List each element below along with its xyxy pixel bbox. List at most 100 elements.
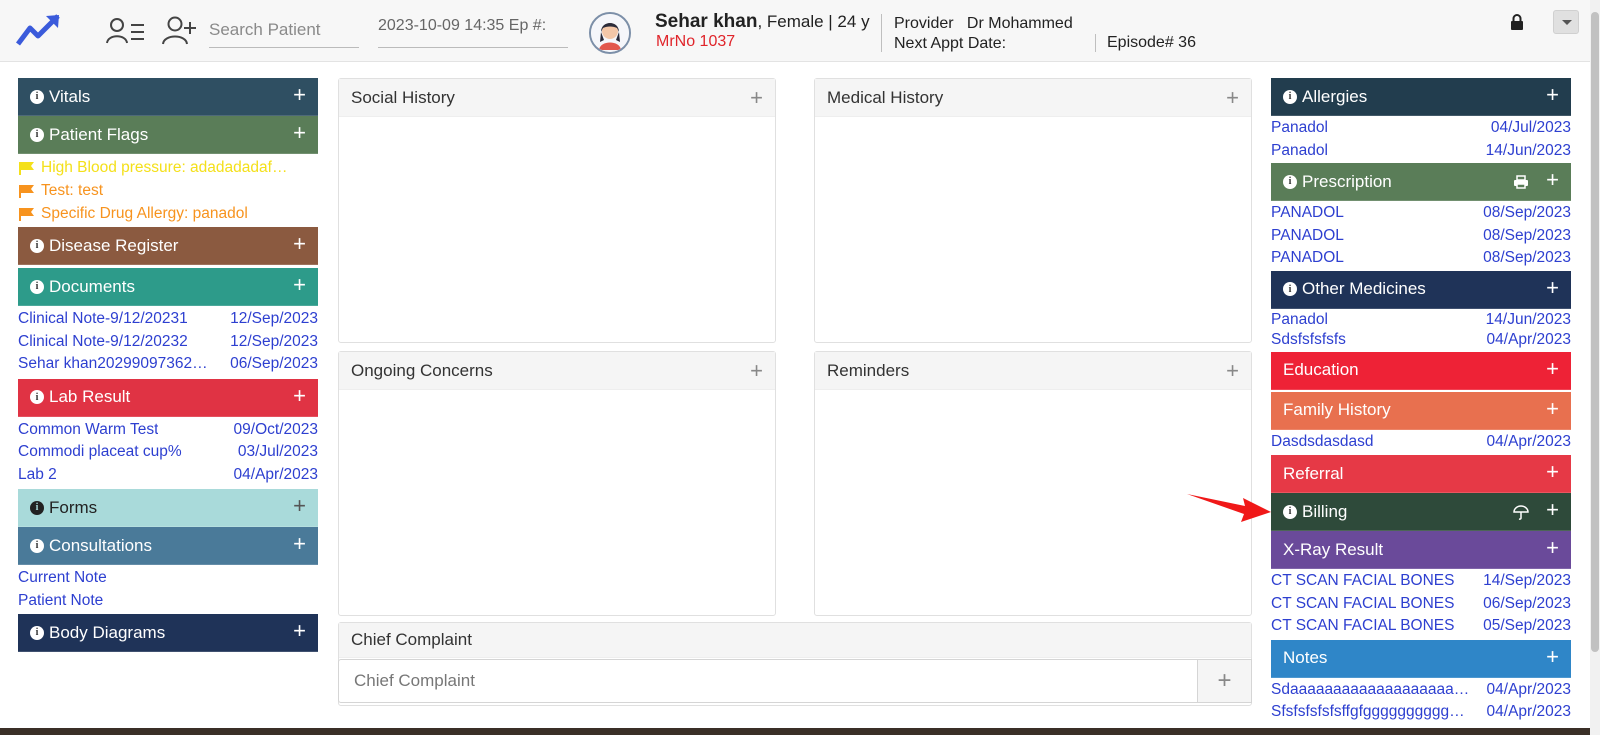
billing-header[interactable]: i Billing + xyxy=(1271,493,1571,531)
education-header[interactable]: Education + xyxy=(1271,351,1571,390)
xray-name[interactable]: CT SCAN FACIAL BONES xyxy=(1271,595,1454,613)
list-item[interactable]: Clinical Note-9/12/20231 12/Sep/2023 xyxy=(18,308,318,331)
add-allergy-icon[interactable]: + xyxy=(1546,84,1559,106)
add-education-icon[interactable]: + xyxy=(1546,357,1559,380)
allergy-name[interactable]: Panadol xyxy=(1271,142,1328,160)
add-other-medicine-icon[interactable]: + xyxy=(1546,276,1559,299)
add-lab-result-icon[interactable]: + xyxy=(293,384,306,407)
add-referral-icon[interactable]: + xyxy=(1546,461,1559,483)
list-item[interactable]: Sdsfsfsfsfs 04/Apr/2023 xyxy=(1271,330,1571,350)
list-item[interactable]: Sehar khan20299097362… 06/Sep/2023 xyxy=(18,353,318,376)
list-item[interactable]: PANADOL 08/Sep/2023 xyxy=(1271,202,1571,225)
referral-header[interactable]: Referral + xyxy=(1271,455,1571,493)
header-divider xyxy=(881,14,882,52)
list-item[interactable]: Lab 2 04/Apr/2023 xyxy=(18,464,318,487)
add-reminder-icon[interactable]: + xyxy=(1226,358,1239,384)
consultations-header[interactable]: i Consultations + xyxy=(18,527,318,565)
list-item[interactable]: Current Note xyxy=(18,567,318,590)
add-chief-complaint-button[interactable]: + xyxy=(1197,659,1252,703)
add-note-icon[interactable]: + xyxy=(1546,645,1559,668)
list-item[interactable]: Panadol 04/Jul/2023 xyxy=(1271,117,1571,140)
current-note-link[interactable]: Current Note xyxy=(18,569,107,587)
info-icon: i xyxy=(1283,282,1297,296)
document-name[interactable]: Clinical Note-9/12/20232 xyxy=(18,333,188,351)
patient-note-link[interactable]: Patient Note xyxy=(18,592,103,610)
app-logo-icon[interactable] xyxy=(16,12,62,51)
list-item[interactable]: Sfsfsfsfsfsffgfgggggggggg… 04/Apr/2023 xyxy=(1271,701,1571,724)
add-billing-icon[interactable]: + xyxy=(1546,499,1559,521)
flag-item[interactable]: Test: test xyxy=(18,179,318,202)
forms-header[interactable]: i Forms + xyxy=(18,489,318,527)
patient-avatar[interactable] xyxy=(589,12,631,54)
note-name[interactable]: Sfsfsfsfsfsffgfgggggggggg… xyxy=(1271,703,1465,721)
lab-name[interactable]: Common Warm Test xyxy=(18,421,158,439)
referral-title: Referral xyxy=(1283,463,1344,483)
document-name[interactable]: Clinical Note-9/12/20231 xyxy=(18,310,188,328)
chief-complaint-input[interactable] xyxy=(338,659,1198,703)
lock-icon[interactable] xyxy=(1510,14,1524,35)
list-item[interactable]: Clinical Note-9/12/20232 12/Sep/2023 xyxy=(18,331,318,354)
list-item[interactable]: Commodi placeat cup% 03/Jul/2023 xyxy=(18,441,318,464)
prescription-header[interactable]: i Prescription + xyxy=(1271,163,1571,201)
add-medical-history-icon[interactable]: + xyxy=(1226,85,1239,111)
body-diagrams-header[interactable]: i Body Diagrams + xyxy=(18,614,318,652)
other-medicines-list: Panadol 14/Jun/2023 Sdsfsfsfsfs 04/Apr/202… xyxy=(1271,309,1571,350)
list-item[interactable]: PANADOL 08/Sep/2023 xyxy=(1271,225,1571,248)
prescription-name[interactable]: PANADOL xyxy=(1271,204,1344,222)
family-history-header[interactable]: Family History + xyxy=(1271,391,1571,430)
xray-name[interactable]: CT SCAN FACIAL BONES xyxy=(1271,572,1454,590)
flag-item[interactable]: High Blood pressure: adadadadaf… xyxy=(18,156,318,179)
header-dropdown-button[interactable] xyxy=(1553,10,1579,34)
list-item[interactable]: PANADOL 08/Sep/2023 xyxy=(1271,247,1571,270)
prescription-name[interactable]: PANADOL xyxy=(1271,249,1344,267)
medicine-name[interactable]: Panadol xyxy=(1271,311,1328,329)
add-consultation-icon[interactable]: + xyxy=(293,533,306,555)
add-ongoing-concern-icon[interactable]: + xyxy=(750,358,763,384)
allergies-header[interactable]: i Allergies + xyxy=(1271,78,1571,116)
xray-name[interactable]: CT SCAN FACIAL BONES xyxy=(1271,617,1454,635)
list-item[interactable]: Panadol 14/Jun/2023 xyxy=(1271,310,1571,330)
umbrella-icon[interactable] xyxy=(1513,504,1529,525)
other-medicines-header[interactable]: i Other Medicines + xyxy=(1271,270,1571,309)
list-item[interactable]: CT SCAN FACIAL BONES 14/Sep/2023 xyxy=(1271,570,1571,593)
documents-header[interactable]: i Documents + xyxy=(18,268,318,306)
allergy-name[interactable]: Panadol xyxy=(1271,119,1328,137)
add-xray-result-icon[interactable]: + xyxy=(1546,537,1559,559)
flag-item[interactable]: Specific Drug Allergy: panadol xyxy=(18,202,318,225)
add-body-diagram-icon[interactable]: + xyxy=(293,620,306,642)
lab-name[interactable]: Commodi placeat cup% xyxy=(18,443,182,461)
family-history-name[interactable]: Dasdsdasdasd xyxy=(1271,433,1374,451)
add-vitals-icon[interactable]: + xyxy=(293,84,306,106)
list-item[interactable]: Common Warm Test 09/Oct/2023 xyxy=(18,419,318,442)
add-disease-icon[interactable]: + xyxy=(293,233,306,255)
note-name[interactable]: Sdaaaaaaaaaaaaaaaaaaa… xyxy=(1271,681,1469,699)
add-patient-icon[interactable] xyxy=(162,14,198,51)
patient-list-icon[interactable] xyxy=(106,16,146,51)
patient-flags-header[interactable]: i Patient Flags + xyxy=(18,116,318,154)
list-item[interactable]: Patient Note xyxy=(18,590,318,613)
add-flag-icon[interactable]: + xyxy=(293,122,306,144)
add-social-history-icon[interactable]: + xyxy=(750,85,763,111)
add-form-icon[interactable]: + xyxy=(293,495,306,517)
xray-result-header[interactable]: X-Ray Result + xyxy=(1271,531,1571,569)
print-icon[interactable] xyxy=(1513,174,1529,194)
add-document-icon[interactable]: + xyxy=(293,274,306,296)
add-family-history-icon[interactable]: + xyxy=(1546,397,1559,420)
disease-register-header[interactable]: i Disease Register + xyxy=(18,227,318,265)
search-patient-input[interactable] xyxy=(209,12,359,48)
scrollbar-thumb[interactable] xyxy=(1591,12,1599,652)
medicine-name[interactable]: Sdsfsfsfsfs xyxy=(1271,331,1346,349)
list-item[interactable]: Panadol 14/Jun/2023 xyxy=(1271,140,1571,163)
lab-result-header[interactable]: i Lab Result + xyxy=(18,378,318,417)
document-name[interactable]: Sehar khan20299097362… xyxy=(18,355,208,373)
prescription-name[interactable]: PANADOL xyxy=(1271,227,1344,245)
patient-name[interactable]: Sehar khan xyxy=(655,11,757,32)
vitals-header[interactable]: i Vitals + xyxy=(18,78,318,116)
add-prescription-icon[interactable]: + xyxy=(1546,169,1559,191)
list-item[interactable]: CT SCAN FACIAL BONES 05/Sep/2023 xyxy=(1271,615,1571,638)
list-item[interactable]: CT SCAN FACIAL BONES 06/Sep/2023 xyxy=(1271,593,1571,616)
list-item[interactable]: Sdaaaaaaaaaaaaaaaaaaa… 04/Apr/2023 xyxy=(1271,679,1571,702)
notes-header[interactable]: Notes + xyxy=(1271,639,1571,678)
list-item[interactable]: Dasdsdasdasd 04/Apr/2023 xyxy=(1271,431,1571,454)
lab-name[interactable]: Lab 2 xyxy=(18,466,57,484)
